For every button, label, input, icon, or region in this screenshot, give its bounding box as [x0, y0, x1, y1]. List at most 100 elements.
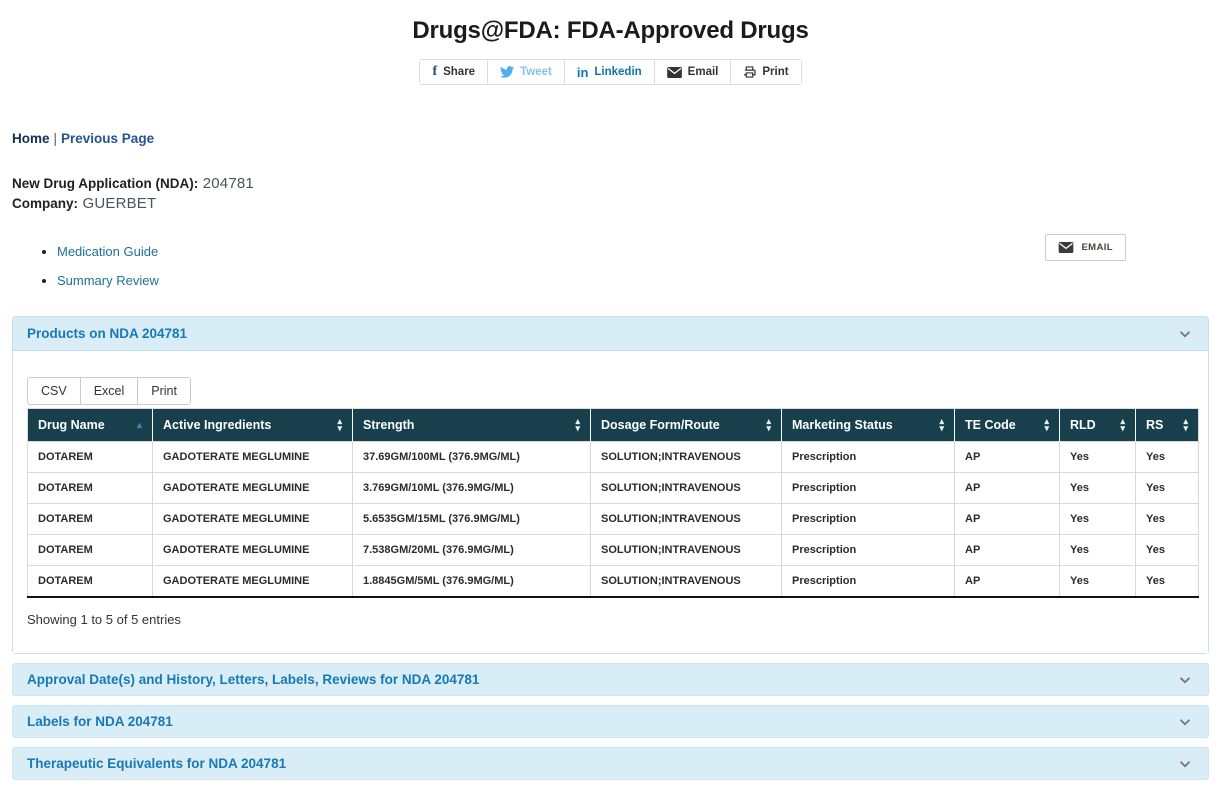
- cell-te-code: AP: [955, 442, 1060, 473]
- products-accordion-header[interactable]: Products on NDA 204781: [13, 317, 1208, 351]
- column-header-dosage-form-route[interactable]: Dosage Form/Route▴▾: [591, 409, 782, 442]
- print-label: Print: [762, 66, 788, 78]
- column-label: Drug Name: [38, 418, 105, 432]
- chevron-down-icon: [1176, 755, 1194, 773]
- share-facebook-button[interactable]: f Share: [420, 60, 488, 84]
- breadcrumb-previous-page-link[interactable]: Previous Page: [61, 131, 154, 146]
- medication-guide-link[interactable]: Medication Guide: [57, 244, 158, 259]
- print-export-button[interactable]: Print: [137, 377, 191, 405]
- email-page-button[interactable]: EMAIL: [1045, 234, 1126, 261]
- tweet-label: Tweet: [520, 66, 552, 78]
- cell-te-code: AP: [955, 504, 1060, 535]
- products-panel-title: Products on NDA 204781: [27, 326, 187, 341]
- cell-dosage-form-route: SOLUTION;INTRAVENOUS: [591, 535, 782, 566]
- cell-te-code: AP: [955, 473, 1060, 504]
- twitter-icon: [500, 66, 514, 78]
- application-info: New Drug Application (NDA): 204781 Compa…: [12, 174, 1209, 214]
- cell-rs: Yes: [1136, 535, 1199, 566]
- share-twitter-button[interactable]: Tweet: [488, 60, 565, 84]
- cell-marketing-status: Prescription: [782, 566, 955, 598]
- chevron-down-icon: [1176, 671, 1194, 689]
- table-row: DOTAREMGADOTERATE MEGLUMINE1.8845GM/5ML …: [28, 566, 1199, 598]
- email-icon: [667, 67, 682, 78]
- cell-rs: Yes: [1136, 566, 1199, 598]
- accordion-title: Therapeutic Equivalents for NDA 204781: [27, 756, 286, 771]
- sort-both-icon: ▴▾: [337, 418, 342, 432]
- cell-rs: Yes: [1136, 473, 1199, 504]
- cell-drug-name: DOTAREM: [28, 535, 153, 566]
- export-button-group: CSV Excel Print: [27, 377, 191, 405]
- cell-strength: 37.69GM/100ML (376.9MG/ML): [353, 442, 591, 473]
- column-header-active-ingredients[interactable]: Active Ingredients▴▾: [153, 409, 353, 442]
- share-print-button[interactable]: Print: [731, 60, 800, 84]
- list-item: Medication Guide: [57, 244, 1209, 259]
- cell-rld: Yes: [1060, 442, 1136, 473]
- cell-drug-name: DOTAREM: [28, 504, 153, 535]
- nda-label: New Drug Application (NDA):: [12, 176, 198, 191]
- social-share-bar: f Share Tweet in Linkedin Email Print: [0, 59, 1221, 85]
- accordion-title: Labels for NDA 204781: [27, 714, 173, 729]
- share-email-button[interactable]: Email: [655, 60, 732, 84]
- table-row: DOTAREMGADOTERATE MEGLUMINE37.69GM/100ML…: [28, 442, 1199, 473]
- table-entries-info: Showing 1 to 5 of 5 entries: [27, 612, 1195, 627]
- products-panel: Products on NDA 204781 CSV Excel Print D…: [12, 316, 1209, 654]
- sort-both-icon: ▴▾: [1183, 418, 1188, 432]
- cell-drug-name: DOTAREM: [28, 442, 153, 473]
- breadcrumb-home-link[interactable]: Home: [12, 131, 50, 146]
- csv-export-button[interactable]: CSV: [27, 377, 81, 405]
- accordion-approval-history[interactable]: Approval Date(s) and History, Letters, L…: [12, 663, 1209, 696]
- column-label: Marketing Status: [792, 418, 893, 432]
- cell-active-ingredients: GADOTERATE MEGLUMINE: [153, 504, 353, 535]
- social-button-group: f Share Tweet in Linkedin Email Print: [419, 59, 801, 85]
- share-linkedin-button[interactable]: in Linkedin: [565, 60, 655, 84]
- company-value: GUERBET: [82, 195, 156, 212]
- accordion-therapeutic-equivalents[interactable]: Therapeutic Equivalents for NDA 204781: [12, 747, 1209, 780]
- cell-dosage-form-route: SOLUTION;INTRAVENOUS: [591, 473, 782, 504]
- products-panel-body: CSV Excel Print Drug Name▴Active Ingredi…: [13, 351, 1208, 653]
- cell-active-ingredients: GADOTERATE MEGLUMINE: [153, 566, 353, 598]
- sort-both-icon: ▴▾: [939, 418, 944, 432]
- summary-review-link[interactable]: Summary Review: [57, 273, 159, 288]
- cell-dosage-form-route: SOLUTION;INTRAVENOUS: [591, 442, 782, 473]
- column-header-drug-name[interactable]: Drug Name▴: [28, 409, 153, 442]
- column-label: Strength: [363, 418, 414, 432]
- linkedin-label: Linkedin: [594, 66, 641, 78]
- products-table-body: DOTAREMGADOTERATE MEGLUMINE37.69GM/100ML…: [28, 442, 1199, 598]
- cell-drug-name: DOTAREM: [28, 566, 153, 598]
- sort-both-icon: ▴▾: [1044, 418, 1049, 432]
- share-label: Share: [443, 66, 475, 78]
- products-table-header-row: Drug Name▴Active Ingredients▴▾Strength▴▾…: [28, 409, 1199, 442]
- column-label: TE Code: [965, 418, 1016, 432]
- cell-te-code: AP: [955, 535, 1060, 566]
- column-header-te-code[interactable]: TE Code ▴▾: [955, 409, 1060, 442]
- sort-both-icon: ▴▾: [1120, 418, 1125, 432]
- cell-strength: 5.6535GM/15ML (376.9MG/ML): [353, 504, 591, 535]
- column-header-rs[interactable]: RS▴▾: [1136, 409, 1199, 442]
- linkedin-icon: in: [577, 65, 589, 80]
- accordion-title: Approval Date(s) and History, Letters, L…: [27, 672, 479, 687]
- column-label: RLD: [1070, 418, 1096, 432]
- breadcrumb-separator: |: [50, 131, 62, 146]
- excel-export-button[interactable]: Excel: [80, 377, 139, 405]
- cell-rld: Yes: [1060, 566, 1136, 598]
- column-header-rld[interactable]: RLD ▴▾: [1060, 409, 1136, 442]
- cell-active-ingredients: GADOTERATE MEGLUMINE: [153, 442, 353, 473]
- email-label: Email: [688, 66, 719, 78]
- column-header-marketing-status[interactable]: Marketing Status ▴▾: [782, 409, 955, 442]
- chevron-down-icon: [1176, 713, 1194, 731]
- cell-dosage-form-route: SOLUTION;INTRAVENOUS: [591, 504, 782, 535]
- nda-value: 204781: [203, 175, 254, 192]
- accordion-labels[interactable]: Labels for NDA 204781: [12, 705, 1209, 738]
- page-title: Drugs@FDA: FDA-Approved Drugs: [0, 0, 1221, 45]
- cell-marketing-status: Prescription: [782, 535, 955, 566]
- table-row: DOTAREMGADOTERATE MEGLUMINE5.6535GM/15ML…: [28, 504, 1199, 535]
- breadcrumb: Home|Previous Page: [12, 131, 1209, 146]
- cell-rld: Yes: [1060, 535, 1136, 566]
- company-line: Company: GUERBET: [12, 194, 1209, 214]
- cell-dosage-form-route: SOLUTION;INTRAVENOUS: [591, 566, 782, 598]
- cell-rs: Yes: [1136, 442, 1199, 473]
- cell-strength: 3.769GM/10ML (376.9MG/ML): [353, 473, 591, 504]
- cell-te-code: AP: [955, 566, 1060, 598]
- cell-marketing-status: Prescription: [782, 473, 955, 504]
- column-header-strength[interactable]: Strength▴▾: [353, 409, 591, 442]
